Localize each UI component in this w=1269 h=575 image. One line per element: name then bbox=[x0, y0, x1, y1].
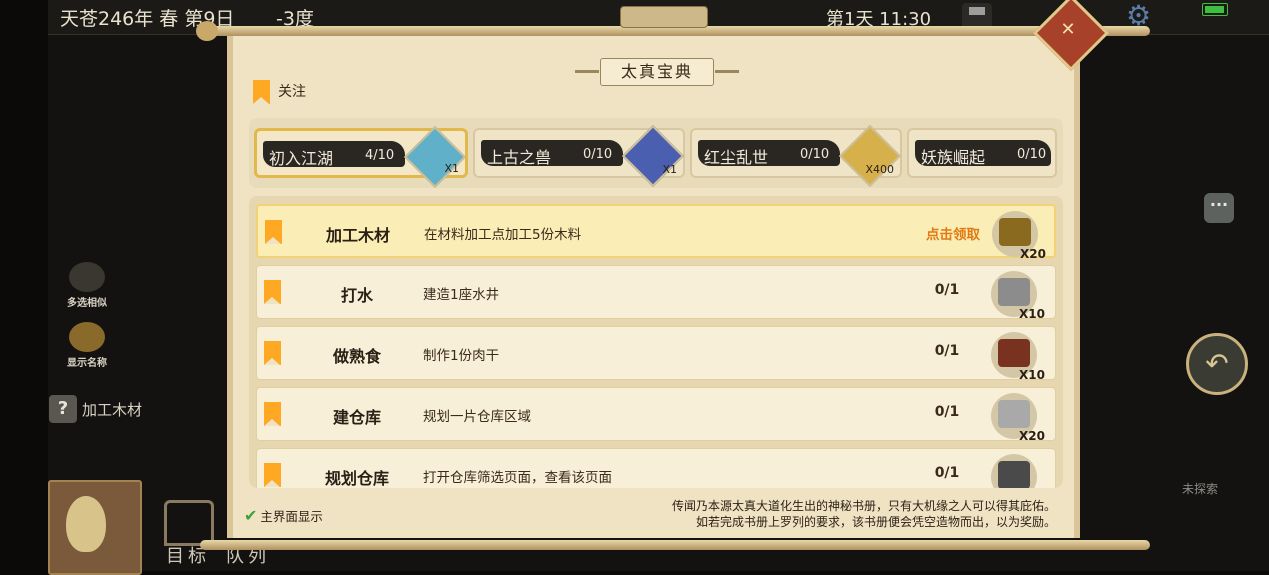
unexplored-label: 未探索 bbox=[1182, 482, 1219, 496]
task-row[interactable]: 打水 建造1座水井 0/1 X10 bbox=[256, 265, 1056, 321]
chat-icon[interactable]: ··· bbox=[1204, 193, 1234, 223]
task-list: 加工木材 在材料加工点加工5份木料 点击领取 X20 打水 建造1座水井 0/1… bbox=[249, 196, 1063, 488]
task-row[interactable]: 加工木材 在材料加工点加工5份木料 点击领取 X20 bbox=[256, 204, 1056, 261]
reward-quantity: X20 bbox=[1019, 429, 1045, 443]
multi-select-label: 多选相似 bbox=[67, 298, 107, 309]
reward-quantity: X20 bbox=[1020, 247, 1046, 261]
task-row[interactable]: 做熟食 制作1份肉干 0/1 X10 bbox=[256, 326, 1056, 382]
jerky-icon bbox=[998, 339, 1030, 367]
book-description: 传闻乃本源太真大道化生出的神秘书册，只有大机缘之人可以得其庇佑。 如若完成书册上… bbox=[560, 498, 1056, 530]
category-tab-2[interactable]: 上古之兽 0/10 X1 bbox=[473, 124, 685, 188]
reward-slot: X10 bbox=[991, 332, 1045, 382]
stone-brick-icon bbox=[998, 400, 1030, 428]
task-title: 规划仓库 bbox=[324, 469, 389, 488]
bookmark-icon[interactable] bbox=[264, 280, 281, 304]
back-button[interactable]: ↶ bbox=[1186, 333, 1248, 395]
show-on-main-checkbox[interactable]: ✔ 主界面显示 bbox=[244, 506, 323, 525]
category-progress: 4/10 bbox=[365, 148, 395, 163]
category-progress: 0/10 bbox=[800, 147, 830, 162]
reward-quantity: X10 bbox=[1019, 368, 1045, 382]
current-task-label[interactable]: 加工木材 bbox=[82, 399, 142, 420]
wood-icon bbox=[999, 218, 1031, 246]
task-progress: 0/1 bbox=[934, 465, 960, 481]
task-progress: 0/1 bbox=[934, 343, 960, 359]
reward-quantity: X10 bbox=[1019, 307, 1045, 321]
bookmark-icon[interactable] bbox=[264, 402, 281, 426]
close-icon: ✕ bbox=[1060, 19, 1076, 40]
task-description: 制作1份肉干 bbox=[423, 348, 500, 364]
scroll-bottom-rod bbox=[200, 540, 1150, 550]
task-title: 建仓库 bbox=[332, 408, 381, 427]
reward-slot: X20 bbox=[991, 393, 1045, 443]
chest-icon bbox=[998, 461, 1030, 488]
bookmark-icon[interactable] bbox=[264, 341, 281, 365]
task-title: 做熟食 bbox=[332, 347, 381, 366]
dialog-title: 太真宝典 bbox=[575, 58, 739, 86]
category-reward-qty: X1 bbox=[662, 163, 677, 176]
category-tab-4[interactable]: 妖族崛起 0/10 bbox=[907, 128, 1057, 178]
gourd-avatar[interactable] bbox=[48, 480, 142, 575]
task-progress: 0/1 bbox=[934, 404, 960, 420]
category-name: 妖族崛起 bbox=[921, 148, 986, 167]
check-icon: ✔ bbox=[244, 506, 258, 525]
claim-button[interactable]: 点击领取 bbox=[926, 223, 980, 243]
reward-slot: X10 bbox=[991, 271, 1045, 321]
bookmark-icon bbox=[253, 80, 270, 104]
category-progress: 0/10 bbox=[1017, 147, 1047, 162]
follow-label: 关注 bbox=[278, 84, 306, 100]
eye-icon bbox=[69, 322, 105, 352]
help-icon[interactable]: ? bbox=[49, 395, 77, 423]
task-title: 加工木材 bbox=[325, 226, 390, 245]
note-line-1: 传闻乃本源太真大道化生出的神秘书册，只有大机缘之人可以得其庇佑。 bbox=[671, 499, 1056, 513]
category-name: 上古之兽 bbox=[487, 148, 552, 167]
task-row[interactable]: 建仓库 规划一片仓库区域 0/1 X20 bbox=[256, 387, 1056, 443]
undo-arrow-icon: ↶ bbox=[1205, 347, 1229, 380]
bookmark-icon[interactable] bbox=[264, 463, 281, 487]
reward-slot bbox=[991, 454, 1037, 488]
task-title: 打水 bbox=[340, 286, 373, 305]
category-tab-3[interactable]: 红尘乱世 0/10 X400 bbox=[690, 124, 902, 188]
category-reward-qty: X400 bbox=[865, 163, 894, 176]
follow-toggle[interactable]: 关注 bbox=[253, 80, 306, 104]
task-progress: 0/1 bbox=[934, 282, 960, 298]
stone-icon bbox=[998, 278, 1030, 306]
show-names-button[interactable]: 显示名称 bbox=[58, 322, 116, 369]
bookmark-icon[interactable] bbox=[265, 220, 282, 244]
task-description: 规划一片仓库区域 bbox=[423, 409, 531, 425]
note-line-2: 如若完成书册上罗列的要求，该书册便会凭空造物而出，以为奖励。 bbox=[695, 515, 1056, 529]
task-row[interactable]: 规划仓库 打开仓库筛选页面，查看该页面 0/1 bbox=[256, 448, 1056, 488]
task-description: 建造1座水井 bbox=[423, 287, 500, 303]
category-reward-qty: X1 bbox=[444, 162, 459, 175]
multi-select-button[interactable]: 多选相似 bbox=[58, 262, 116, 309]
paper-bundle-icon bbox=[838, 124, 902, 188]
task-description: 打开仓库筛选页面，查看该页面 bbox=[423, 470, 612, 486]
top-ornament bbox=[620, 6, 708, 28]
category-name: 初入江湖 bbox=[269, 149, 334, 168]
multi-select-icon bbox=[69, 262, 105, 292]
category-progress: 0/10 bbox=[583, 147, 613, 162]
show-on-main-label: 主界面显示 bbox=[260, 509, 323, 524]
task-description: 在材料加工点加工5份木料 bbox=[424, 227, 582, 243]
reward-slot: X20 bbox=[992, 211, 1046, 261]
category-name: 红尘乱世 bbox=[704, 148, 769, 167]
rod-knob-left bbox=[196, 21, 218, 41]
show-names-label: 显示名称 bbox=[67, 358, 107, 369]
battery-icon bbox=[1202, 3, 1228, 16]
beast-orb-icon bbox=[621, 124, 685, 188]
category-tab-1[interactable]: 初入江湖 4/10 X1 bbox=[254, 125, 468, 189]
